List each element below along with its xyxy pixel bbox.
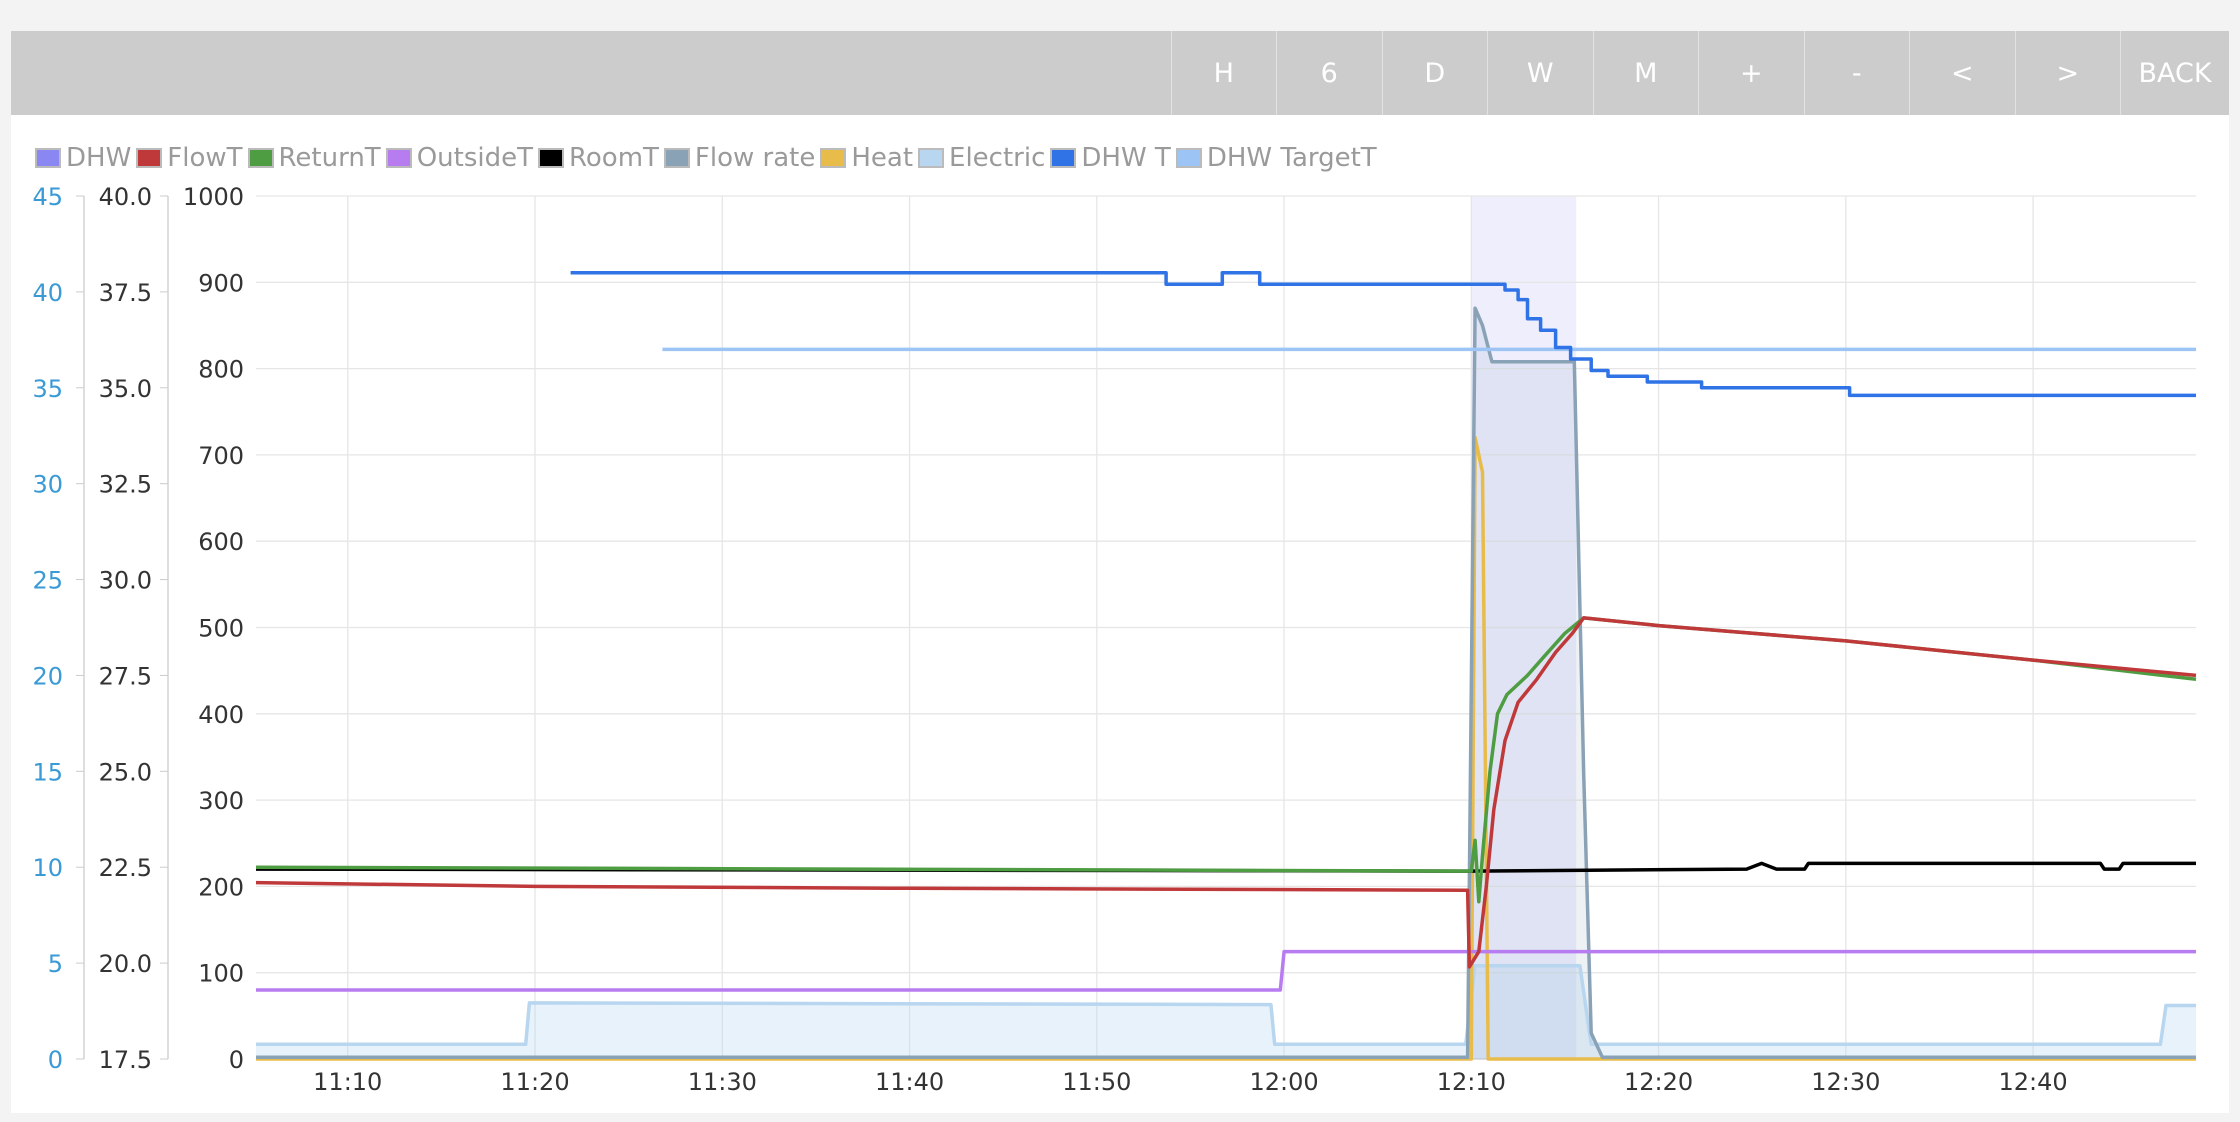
y-tick-label-temp: 32.5 <box>99 471 152 499</box>
y-tick-label-power: 500 <box>198 615 244 643</box>
y-tick-label-temp: 20.0 <box>99 950 152 978</box>
y-tick-label-dhw: 10 <box>32 854 63 882</box>
y-tick-label-power: 0 <box>229 1046 244 1074</box>
y-tick-label-dhw: 20 <box>32 662 63 690</box>
x-tick-label: 11:50 <box>1062 1068 1131 1096</box>
y-tick-label-power: 400 <box>198 701 244 729</box>
series-line-heat <box>256 435 2196 1061</box>
y-tick-label-power: 700 <box>198 442 244 470</box>
y-tick-label-temp: 35.0 <box>99 375 152 403</box>
series-line-returnt <box>255 616 2197 904</box>
y-tick-label-power: 200 <box>198 873 244 901</box>
y-tick-label-temp: 40.0 <box>99 183 152 211</box>
y-tick-label-temp: 17.5 <box>99 1046 152 1074</box>
series-line-flow-rate <box>256 306 2196 1060</box>
y-tick-label-temp: 25.0 <box>99 758 152 786</box>
y-tick-label-power: 900 <box>198 269 244 297</box>
x-tick-label: 11:30 <box>688 1068 757 1096</box>
x-tick-label: 12:40 <box>1998 1068 2067 1096</box>
y-tick-label-dhw: 30 <box>32 471 63 499</box>
series-line-outsidet <box>256 949 2196 992</box>
y-tick-label-temp: 27.5 <box>99 662 152 690</box>
y-tick-label-power: 1000 <box>183 183 244 211</box>
y-tick-label-dhw: 35 <box>32 375 63 403</box>
y-tick-label-dhw: 25 <box>32 567 63 595</box>
y-tick-label-power: 300 <box>198 787 244 815</box>
y-tick-label-temp: 30.0 <box>99 567 152 595</box>
x-tick-label: 12:10 <box>1437 1068 1506 1096</box>
x-tick-label: 11:10 <box>313 1068 382 1096</box>
y-tick-label-dhw: 0 <box>48 1046 63 1074</box>
y-tick-label-temp: 37.5 <box>99 279 152 307</box>
y-tick-label-power: 100 <box>198 960 244 988</box>
series-line-flowt <box>255 616 2197 969</box>
y-tick-label-dhw: 15 <box>32 758 63 786</box>
series-line-dhw-t <box>570 270 2196 398</box>
y-tick-label-dhw: 45 <box>32 183 63 211</box>
x-tick-label: 11:40 <box>875 1068 944 1096</box>
y-tick-label-power: 600 <box>198 528 244 556</box>
x-tick-label: 11:20 <box>500 1068 569 1096</box>
x-tick-label: 12:30 <box>1811 1068 1880 1096</box>
chart-plot[interactable]: 0100200300400500600700800900100011:10 11:… <box>0 0 2240 1122</box>
series-area-flow-rate <box>256 308 2196 1059</box>
x-tick-label: 12:20 <box>1624 1068 1693 1096</box>
x-tick-label: 12:00 <box>1249 1068 1318 1096</box>
y-tick-label-temp: 22.5 <box>99 854 152 882</box>
y-tick-label-dhw: 40 <box>32 279 63 307</box>
y-tick-label-power: 800 <box>198 356 244 384</box>
y-tick-label-dhw: 5 <box>48 950 63 978</box>
